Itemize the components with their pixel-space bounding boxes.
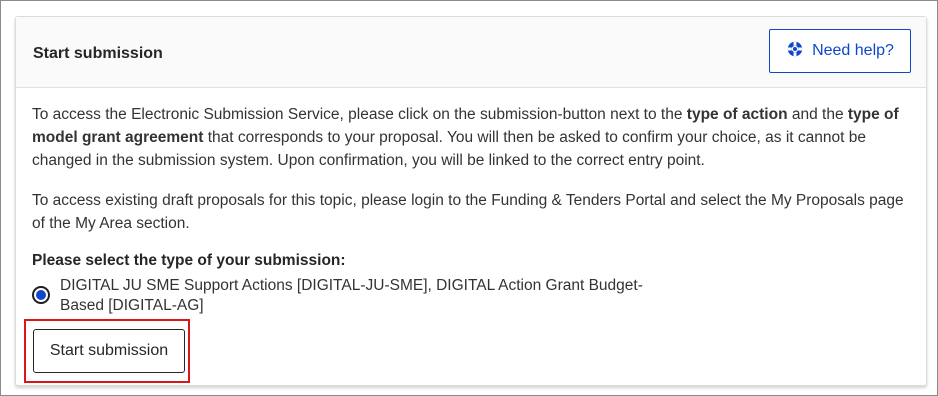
card-header: Start submission Need help? (16, 17, 926, 88)
need-help-label: Need help? (812, 42, 894, 59)
intro-paragraph: To access the Electronic Submission Serv… (32, 106, 899, 169)
select-heading: Please select the type of your submissio… (32, 252, 346, 269)
start-submission-button[interactable]: Start submission (33, 329, 185, 373)
submission-type-option[interactable]: DIGITAL JU SME Support Actions [DIGITAL-… (32, 276, 910, 316)
need-help-button[interactable]: Need help? (769, 29, 911, 73)
highlight-frame: Start submission (24, 319, 190, 383)
submission-card: Start submission Need help? To access th… (15, 16, 927, 386)
option-radio[interactable] (32, 286, 50, 304)
card-title: Start submission (33, 45, 163, 62)
radio-selected-dot (36, 290, 46, 300)
option-label: DIGITAL JU SME Support Actions [DIGITAL-… (60, 277, 643, 314)
card-body: To access the Electronic Submission Serv… (16, 88, 926, 316)
lifebuoy-icon (786, 40, 804, 63)
drafts-paragraph: To access existing draft proposals for t… (32, 192, 904, 232)
